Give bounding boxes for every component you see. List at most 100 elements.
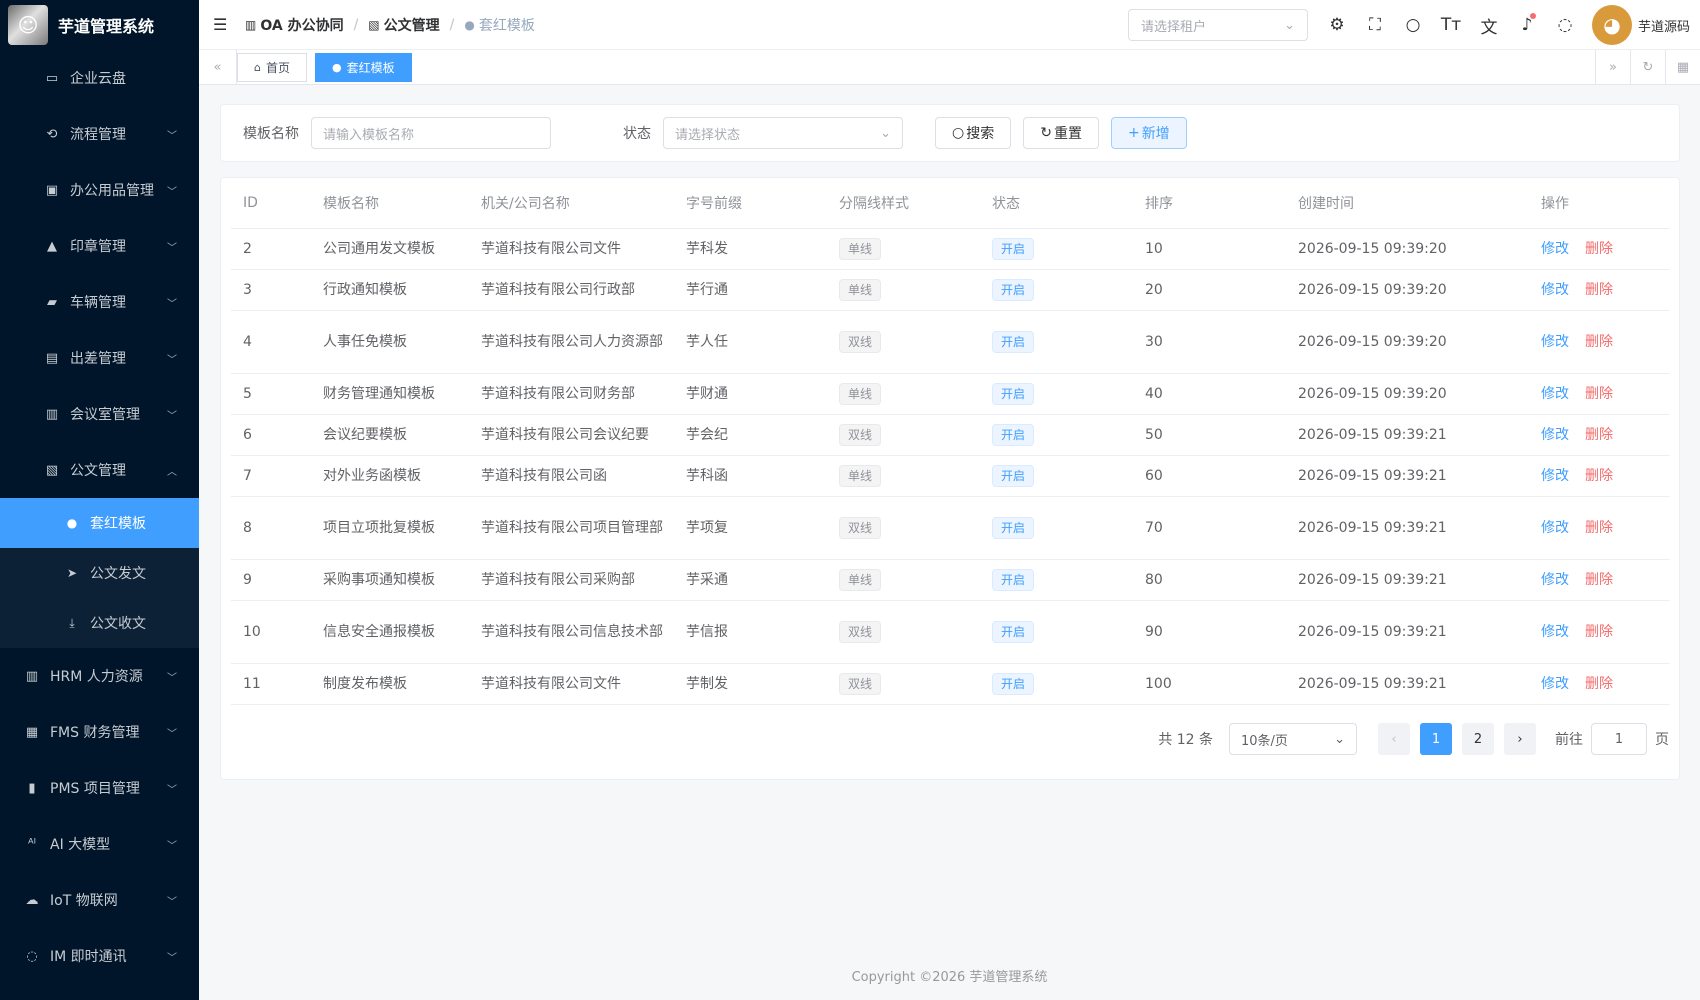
sidebar-item-label: AI 大模型 xyxy=(50,837,111,853)
cell-line-style: 单线 xyxy=(827,559,980,601)
cell-sort: 100 xyxy=(1133,663,1286,705)
delete-button[interactable]: 删除 xyxy=(1585,676,1613,692)
delete-button[interactable]: 删除 xyxy=(1585,386,1613,402)
tag-home[interactable]: ⌂ 首页 xyxy=(237,52,307,82)
tag-current[interactable]: ● 套红模板 xyxy=(315,52,412,82)
cell-actions: 修改 删除 xyxy=(1529,310,1669,374)
edit-button[interactable]: 修改 xyxy=(1541,572,1569,588)
tags-scroll-left-icon[interactable]: « xyxy=(199,49,237,85)
line-style-badge: 单线 xyxy=(839,382,882,405)
user-icon: ● xyxy=(464,17,475,32)
page-button-1[interactable]: 1 xyxy=(1420,723,1452,755)
send-icon: ➤ xyxy=(66,566,78,580)
delete-button[interactable]: 删除 xyxy=(1585,282,1613,298)
cell-name: 采购事项通知模板 xyxy=(311,559,469,601)
page-unit-label: 页 xyxy=(1655,732,1669,748)
cell-id: 11 xyxy=(231,663,311,705)
sidebar-item-1[interactable]: ⟲ 流程管理 ﹀ xyxy=(0,106,199,162)
fullscreen-icon[interactable]: ⛶ xyxy=(1356,15,1394,35)
cell-actions: 修改 删除 xyxy=(1529,269,1669,311)
add-button[interactable]: + 新增 xyxy=(1110,117,1187,149)
table-row: 9 采购事项通知模板 芋道科技有限公司采购部 芋采通 单线 开启 80 2026-09-15 … xyxy=(231,559,1669,601)
cell-id: 3 xyxy=(231,269,311,311)
sidebar-item-0[interactable]: ▭ 企业云盘 xyxy=(0,50,199,106)
delete-button[interactable]: 删除 xyxy=(1585,334,1613,350)
template-name-input[interactable]: 请输入模板名称 xyxy=(311,117,551,149)
reset-button-label: 重置 xyxy=(1053,126,1082,142)
sidebar-bottom-item-2[interactable]: ▮ PMS 项目管理 ﹀ xyxy=(0,760,199,816)
cell-line-style: 双线 xyxy=(827,663,980,705)
edit-button[interactable]: 修改 xyxy=(1541,624,1569,640)
sidebar-bottom-item-3[interactable]: ᴬᴵ AI 大模型 ﹀ xyxy=(0,816,199,872)
cell-sort: 50 xyxy=(1133,414,1286,456)
sidebar-item-6[interactable]: ▥ 会议室管理 ﹀ xyxy=(0,386,199,442)
delete-button[interactable]: 删除 xyxy=(1585,427,1613,443)
breadcrumb-item[interactable]: ▧ 公文管理 xyxy=(368,15,439,35)
cell-org: 芋道科技有限公司信息技术部 xyxy=(469,600,674,664)
edit-button[interactable]: 修改 xyxy=(1541,334,1569,350)
status-select[interactable]: 请选择状态 ⌄ xyxy=(663,117,903,149)
font-size-icon[interactable]: Tт xyxy=(1432,15,1470,35)
delete-button[interactable]: 删除 xyxy=(1585,468,1613,484)
line-style-badge: 双线 xyxy=(839,330,882,353)
edit-button[interactable]: 修改 xyxy=(1541,520,1569,536)
cell-create-time: 2026-09-15 09:39:20 xyxy=(1286,310,1529,374)
edit-button[interactable]: 修改 xyxy=(1541,468,1569,484)
sidebar-bottom-item-4[interactable]: ☁ IoT 物联网 ﹀ xyxy=(0,872,199,928)
page-size-select[interactable]: 10条/页 ⌄ xyxy=(1229,723,1357,755)
delete-button[interactable]: 删除 xyxy=(1585,624,1613,640)
sidebar-subitem-1[interactable]: ➤ 公文发文 xyxy=(0,548,199,598)
tags-scroll-right-icon[interactable]: » xyxy=(1595,50,1630,85)
next-page-button[interactable]: › xyxy=(1504,723,1536,755)
sidebar-item-3[interactable]: ▲ 印章管理 ﹀ xyxy=(0,218,199,274)
avatar[interactable]: ◕ xyxy=(1591,5,1632,45)
refresh-icon[interactable]: ↻ xyxy=(1630,50,1665,85)
search-button[interactable]: ○ 搜索 xyxy=(935,117,1012,149)
cell-prefix: 芋科发 xyxy=(674,228,827,270)
sidebar-item-5[interactable]: ▤ 出差管理 ﹀ xyxy=(0,330,199,386)
sidebar-subitem-2[interactable]: ⤓ 公文收文 xyxy=(0,598,199,648)
sidebar-subitem-0[interactable]: ● 套红模板 xyxy=(0,498,199,548)
chevron-down-icon: ﹀ xyxy=(167,672,177,684)
cell-line-style: 双线 xyxy=(827,600,980,664)
translate-icon[interactable]: 文 xyxy=(1470,13,1508,38)
edit-button[interactable]: 修改 xyxy=(1541,241,1569,257)
bell-icon[interactable]: ♪ xyxy=(1508,13,1546,35)
status-label: 状态 xyxy=(623,126,651,142)
sidebar-header[interactable]: ☺ 芋道管理系统 xyxy=(0,0,199,50)
edit-button[interactable]: 修改 xyxy=(1541,427,1569,443)
page-button-2[interactable]: 2 xyxy=(1462,723,1494,755)
sidebar-bottom-item-5[interactable]: ◌ IM 即时通讯 ﹀ xyxy=(0,928,199,984)
column-header: 字号前缀 xyxy=(674,178,827,229)
sidebar-item-4[interactable]: ▰ 车辆管理 ﹀ xyxy=(0,274,199,330)
user-name[interactable]: 芋道源码 xyxy=(1638,16,1690,35)
hamburger-icon[interactable]: ☰ xyxy=(213,15,227,34)
sidebar-item-7[interactable]: ▧ 公文管理 ︿ xyxy=(0,442,199,498)
prev-page-button[interactable]: ‹ xyxy=(1378,723,1410,755)
goto-page-input[interactable]: 1 xyxy=(1591,723,1647,755)
message-icon[interactable]: ◌ xyxy=(1546,15,1584,35)
tag-current-label: 套红模板 xyxy=(346,60,395,75)
reset-button[interactable]: ↻ 重置 xyxy=(1023,117,1099,149)
edit-button[interactable]: 修改 xyxy=(1541,676,1569,692)
grid-icon[interactable]: ▦ xyxy=(1665,50,1700,85)
delete-button[interactable]: 删除 xyxy=(1585,572,1613,588)
delete-button[interactable]: 删除 xyxy=(1585,241,1613,257)
chevron-down-icon: ﹀ xyxy=(167,784,177,796)
sidebar-item-label: 办公用品管理 xyxy=(70,183,154,199)
sidebar-item-2[interactable]: ▣ 办公用品管理 ﹀ xyxy=(0,162,199,218)
edit-button[interactable]: 修改 xyxy=(1541,386,1569,402)
cell-name: 对外业务函模板 xyxy=(311,455,469,497)
edit-button[interactable]: 修改 xyxy=(1541,282,1569,298)
breadcrumb-item[interactable]: ▥ OA 办公协同 xyxy=(245,15,344,35)
sidebar-bottom-item-1[interactable]: ▦ FMS 财务管理 ﹀ xyxy=(0,704,199,760)
gear-icon[interactable]: ⚙ xyxy=(1318,15,1356,35)
table-header-row: ID 模板名称 机关/公司名称 字号前缀 分隔线样式 状态 排序 创建时间 操作 xyxy=(231,178,1669,229)
delete-button[interactable]: 删除 xyxy=(1585,520,1613,536)
line-style-badge: 双线 xyxy=(839,516,882,539)
sidebar-bottom-item-0[interactable]: ▥ HRM 人力资源 ﹀ xyxy=(0,648,199,704)
cell-prefix: 芋采通 xyxy=(674,559,827,601)
search-icon[interactable]: ○ xyxy=(1394,15,1432,35)
cell-status: 开启 xyxy=(980,455,1133,497)
tenant-select[interactable]: 请选择租户 ⌄ xyxy=(1127,9,1308,41)
